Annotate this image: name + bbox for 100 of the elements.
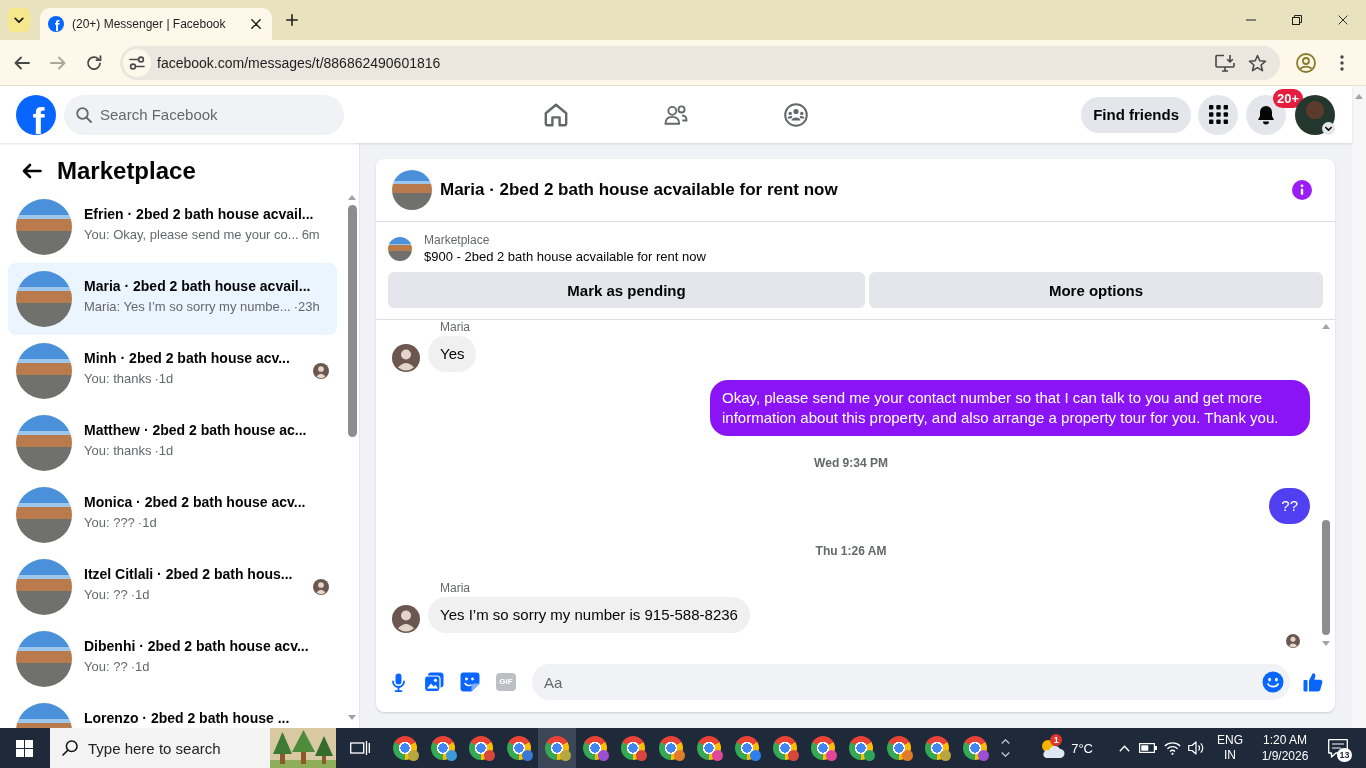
chrome-icon: [507, 736, 531, 760]
tab-menu-button[interactable]: [8, 8, 30, 32]
taskbar-search-field[interactable]: Type here to search: [50, 728, 270, 768]
task-view-icon: [350, 740, 370, 756]
chrome-icon: [963, 736, 987, 760]
house-photo: [16, 487, 72, 543]
more-icon: [1340, 54, 1344, 71]
menu-button[interactable]: [1198, 94, 1238, 135]
people-icon: [664, 102, 688, 127]
weather-button[interactable]: 1: [1037, 728, 1068, 768]
conversation-item[interactable]: Minh · 2bed 2 bath house acv... You: thanks ·1d: [8, 335, 337, 407]
conversation-title: Minh · 2bed 2 bath house acv...: [84, 349, 290, 367]
emoji-button[interactable]: [1261, 670, 1285, 694]
conversation-item[interactable]: Efrien · 2bed 2 bath house acvail... You: Okay, please send me your co... 6m: [8, 191, 337, 263]
language-button[interactable]: ENG IN: [1212, 728, 1248, 768]
conversation-item[interactable]: Itzel Citlali · 2bed 2 bath hous... You: ?? ·1d: [8, 551, 337, 623]
conversation-item[interactable]: Dibenhi · 2bed 2 bath house acv... You: ?? ·1d: [8, 623, 337, 695]
chevron-up-icon: [1000, 739, 1010, 744]
star-icon: [1247, 53, 1267, 72]
search-icon: [76, 106, 92, 123]
message-time: ·23h: [293, 299, 320, 315]
scroll-up-arrow-icon: [1322, 324, 1330, 329]
chrome-icon: [849, 736, 873, 760]
smiley-icon: [1262, 671, 1284, 693]
message-time: 6m: [301, 227, 320, 243]
tab-close-button[interactable]: [248, 16, 264, 32]
conversation-title: Lorenzo · 2bed 2 bath house ...: [84, 709, 290, 727]
close-icon: [1338, 15, 1348, 25]
chrome-icon: [469, 736, 493, 760]
message-preview: You: Okay, please send me your co...: [84, 227, 299, 243]
address-text: facebook.com/messages/t/886862490601816: [157, 54, 441, 71]
sender-name: Maria: [440, 320, 470, 334]
address-bar[interactable]: facebook.com/messages/t/886862490601816: [120, 45, 1280, 80]
chrome-icon: [393, 736, 417, 760]
minimize-icon: [1246, 19, 1256, 21]
scrollbar-thumb[interactable]: [347, 205, 357, 437]
chevron-down-icon: [1000, 752, 1010, 757]
conversation-item[interactable]: Maria · 2bed 2 bath house acvail... Maria: Yes I’m so sorry my numbe... ·23h: [8, 263, 337, 335]
microphone-icon: [391, 672, 405, 692]
listing-source: Marketplace: [424, 232, 490, 248]
facebook-logo[interactable]: f: [16, 94, 56, 135]
page-scrollbar[interactable]: [1352, 86, 1366, 728]
contact-avatar: [392, 605, 420, 633]
search-field[interactable]: Search Facebook: [64, 94, 344, 135]
find-friends-button[interactable]: Find friends: [1081, 96, 1191, 133]
conversation-item[interactable]: Monica · 2bed 2 bath house acv... You: ??? ·1d: [8, 479, 337, 551]
message-preview: You: thanks: [84, 371, 152, 387]
chrome-icon: [811, 736, 835, 760]
chrome-icon: [697, 736, 721, 760]
incoming-message-bubble: Yes I’m so sorry my number is 915-588-8236: [428, 597, 750, 633]
message-preview: You: ??: [84, 659, 128, 675]
taskbar-app-button[interactable]: [538, 728, 576, 768]
incoming-message-bubble: Yes: [428, 336, 477, 372]
house-photo: [388, 237, 412, 261]
contact-avatar: [392, 344, 420, 372]
message-input[interactable]: Aa: [532, 664, 1290, 700]
message-preview: Maria: Yes I’m so sorry my numbe...: [84, 299, 291, 315]
browser-tab[interactable]: f (20+) Messenger | Facebook: [40, 8, 272, 40]
tab-title: (20+) Messenger | Facebook: [72, 17, 226, 31]
message-time: ·1d: [130, 659, 150, 675]
forward-arrow-icon: [50, 55, 66, 70]
sticker-icon: [460, 672, 480, 692]
info-icon: [1292, 180, 1312, 200]
back-arrow-icon: [22, 163, 42, 179]
back-button[interactable]: [22, 163, 42, 179]
search-icon: [62, 740, 78, 756]
facebook-favicon: f: [48, 16, 64, 32]
scroll-up-arrow-icon: [1355, 94, 1363, 99]
close-icon: [251, 19, 261, 29]
outgoing-message-bubble: ??: [1269, 488, 1310, 524]
conversation-title: Maria · 2bed 2 bath house acvail...: [84, 277, 311, 295]
message-preview: You: ??: [84, 587, 128, 603]
chevron-up-icon: [1118, 744, 1130, 752]
house-photo: [16, 271, 72, 327]
chrome-icon: [545, 736, 569, 760]
restore-icon: [1292, 15, 1302, 25]
trees-drawing: [270, 728, 336, 768]
chrome-icon: [659, 736, 683, 760]
chrome-icon: [735, 736, 759, 760]
listing-action-button[interactable]: Mark as pending: [388, 272, 865, 308]
outgoing-message-bubble: Okay, please send me your contact number so that I can talk to you and get more information about this property, and also arrange a property tour for you. Thank you.: [710, 380, 1310, 436]
listing-action-button[interactable]: More options: [869, 272, 1323, 308]
house-photo: [16, 199, 72, 255]
temperature-text: 7°C: [1071, 740, 1093, 756]
install-icon: [1215, 53, 1235, 72]
people-circle-icon: [784, 102, 808, 127]
battery-icon: [1139, 743, 1157, 753]
message-time: ·1d: [154, 443, 174, 459]
clock-button[interactable]: 1:20 AM 1/9/2026: [1252, 728, 1318, 768]
house-photo: [16, 631, 72, 687]
site-settings-button[interactable]: [123, 48, 151, 77]
grid-icon: [1208, 105, 1228, 124]
notification-count: 13: [1337, 748, 1352, 762]
notification-count: 20+: [1273, 88, 1304, 108]
plus-icon: [286, 14, 298, 26]
message-preview: You: ???: [84, 515, 135, 531]
action-center-button[interactable]: 13: [1320, 728, 1356, 768]
message-time: ·1d: [137, 515, 157, 531]
scrollbar-thumb[interactable]: [1322, 520, 1330, 635]
conversation-item[interactable]: Matthew · 2bed 2 bath house ac... You: thanks ·1d: [8, 407, 337, 479]
